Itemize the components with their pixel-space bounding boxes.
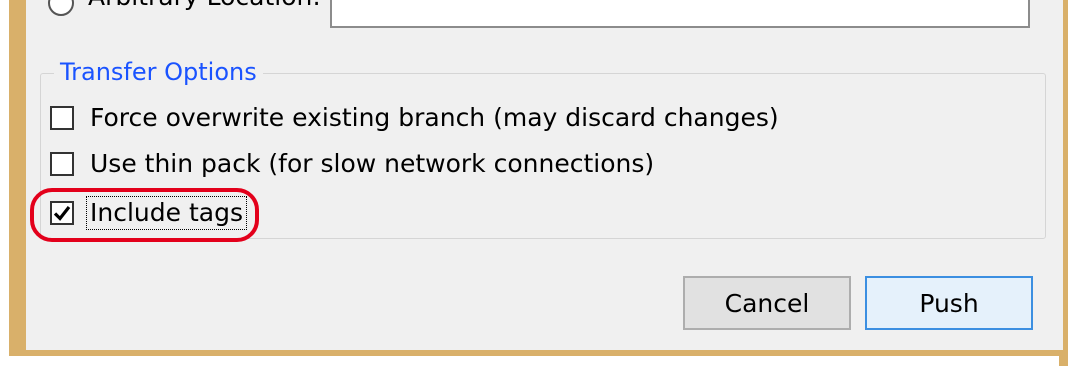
include-tags-option[interactable]: Include tags <box>50 196 247 230</box>
force-overwrite-checkbox[interactable] <box>50 106 74 130</box>
force-overwrite-label: Force overwrite existing branch (may dis… <box>90 103 779 132</box>
include-tags-checkbox[interactable] <box>50 201 74 225</box>
arbitrary-location-label: Arbitrary Location: <box>88 0 321 12</box>
force-overwrite-option[interactable]: Force overwrite existing branch (may dis… <box>50 103 779 133</box>
screen-background <box>9 356 1059 366</box>
location-input[interactable] <box>330 0 1030 28</box>
check-icon <box>53 206 71 221</box>
thin-pack-option[interactable]: Use thin pack (for slow network connecti… <box>50 149 654 179</box>
include-tags-label: Include tags <box>86 196 247 230</box>
transfer-options-title: Transfer Options <box>54 57 263 87</box>
thin-pack-label: Use thin pack (for slow network connecti… <box>90 149 655 178</box>
push-button[interactable]: Push <box>865 276 1033 330</box>
cancel-button[interactable]: Cancel <box>683 276 851 330</box>
thin-pack-checkbox[interactable] <box>50 152 74 176</box>
